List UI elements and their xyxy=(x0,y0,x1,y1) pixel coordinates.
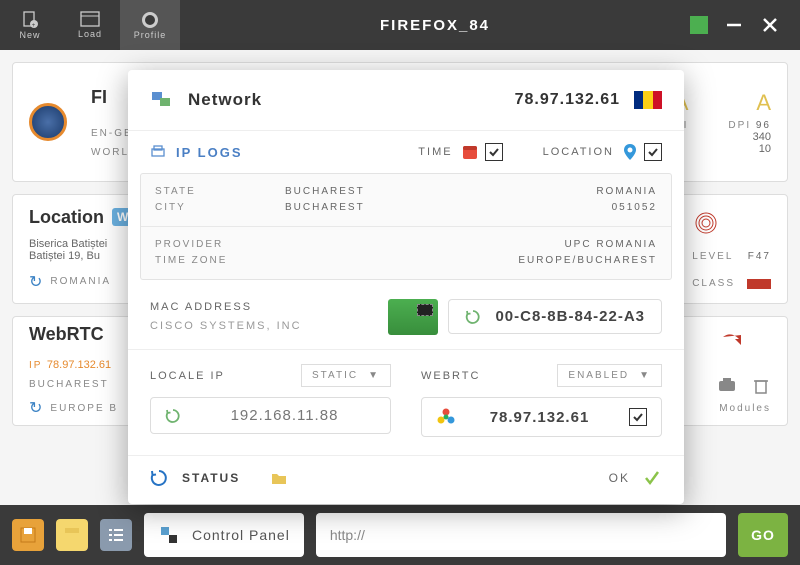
mac-label: MAC ADDRESS xyxy=(150,298,302,317)
locale-value-box: 192.168.11.88 xyxy=(150,397,391,434)
minimize-button[interactable] xyxy=(724,15,744,35)
chevron-down-icon: ▼ xyxy=(368,370,380,381)
window-title: FIREFOX_84 xyxy=(180,17,690,34)
mac-vendor: CISCO SYSTEMS, INC xyxy=(150,317,302,336)
mac-value-box: 00-C8-8B-84-22-A3 xyxy=(448,299,662,334)
modal-title: Network xyxy=(188,90,501,110)
mac-value: 00-C8-8B-84-22-A3 xyxy=(495,308,645,325)
webrtc-label: WEBRTC xyxy=(421,370,480,382)
load-button[interactable]: Load xyxy=(60,0,120,50)
control-panel-button[interactable]: Control Panel xyxy=(144,513,304,557)
webrtc-checkbox[interactable] xyxy=(629,408,647,426)
locale-value: 192.168.11.88 xyxy=(193,407,376,424)
save-icon[interactable] xyxy=(12,519,44,551)
top-bar: + New Load Profile FIREFOX_84 xyxy=(0,0,800,50)
time-label: TIME xyxy=(418,146,452,158)
url-input[interactable]: http:// xyxy=(316,513,726,557)
refresh-icon[interactable]: ↻ xyxy=(29,398,42,418)
pin-icon xyxy=(622,143,638,161)
notes-icon[interactable] xyxy=(56,519,88,551)
bottom-bar: Control Panel http:// GO xyxy=(0,505,800,565)
network-modal: Network 78.97.132.61 IP LOGS TIME LOCATI… xyxy=(128,70,684,504)
network-icon xyxy=(150,88,174,112)
ok-label: OK xyxy=(609,471,630,485)
webrtc-icon xyxy=(436,407,456,427)
camera-icon[interactable] xyxy=(717,375,737,395)
profile-label: Profile xyxy=(134,30,167,40)
location-title: Location xyxy=(29,207,104,228)
ip-logs-link[interactable]: IP LOGS xyxy=(176,145,243,160)
ip-display: 78.97.132.61 xyxy=(515,91,620,109)
refresh-locale-icon[interactable] xyxy=(165,408,181,424)
refresh-mac-icon[interactable] xyxy=(465,309,481,325)
webrtc-mode-select[interactable]: ENABLED▼ xyxy=(557,364,662,387)
time-checkbox[interactable] xyxy=(485,143,503,161)
new-button[interactable]: + New xyxy=(0,0,60,50)
romania-flag-icon xyxy=(634,91,662,109)
fingerprint-icon xyxy=(692,209,720,237)
calendar-icon xyxy=(461,143,479,161)
status-label: STATUS xyxy=(182,471,240,485)
new-label: New xyxy=(19,30,40,40)
svg-text:+: + xyxy=(32,23,37,29)
window-icon xyxy=(80,11,100,29)
redo-arrow-icon xyxy=(717,329,745,357)
close-button[interactable] xyxy=(760,15,780,35)
new-file-icon: + xyxy=(20,10,40,30)
go-button[interactable]: GO xyxy=(738,513,788,557)
load-label: Load xyxy=(78,29,102,39)
refresh-status-icon[interactable] xyxy=(150,469,168,487)
location-label: LOCATION xyxy=(543,146,614,158)
geo-info-box: STATECITY BUCHARESTBUCHAREST ROMANIA0510… xyxy=(140,173,672,280)
list-icon[interactable] xyxy=(100,519,132,551)
locale-mode-select[interactable]: STATIC▼ xyxy=(301,364,391,387)
trash-icon[interactable] xyxy=(751,375,771,395)
cp-icon xyxy=(158,524,180,546)
chevron-down-icon: ▼ xyxy=(639,370,651,381)
firefox-logo-icon xyxy=(29,103,67,141)
refresh-icon[interactable]: ↻ xyxy=(29,272,42,292)
printer-icon xyxy=(150,144,166,160)
webrtc-value-box: 78.97.132.61 xyxy=(421,397,662,437)
folder-icon[interactable] xyxy=(270,469,288,487)
locale-label: LOCALE IP xyxy=(150,370,225,382)
firefox-icon xyxy=(140,10,160,30)
check-ok-icon xyxy=(642,468,662,488)
nic-card-icon xyxy=(388,299,438,335)
profile-button[interactable]: Profile xyxy=(120,0,180,50)
status-indicator xyxy=(690,16,708,34)
webrtc-value: 78.97.132.61 xyxy=(468,409,611,426)
location-checkbox[interactable] xyxy=(644,143,662,161)
